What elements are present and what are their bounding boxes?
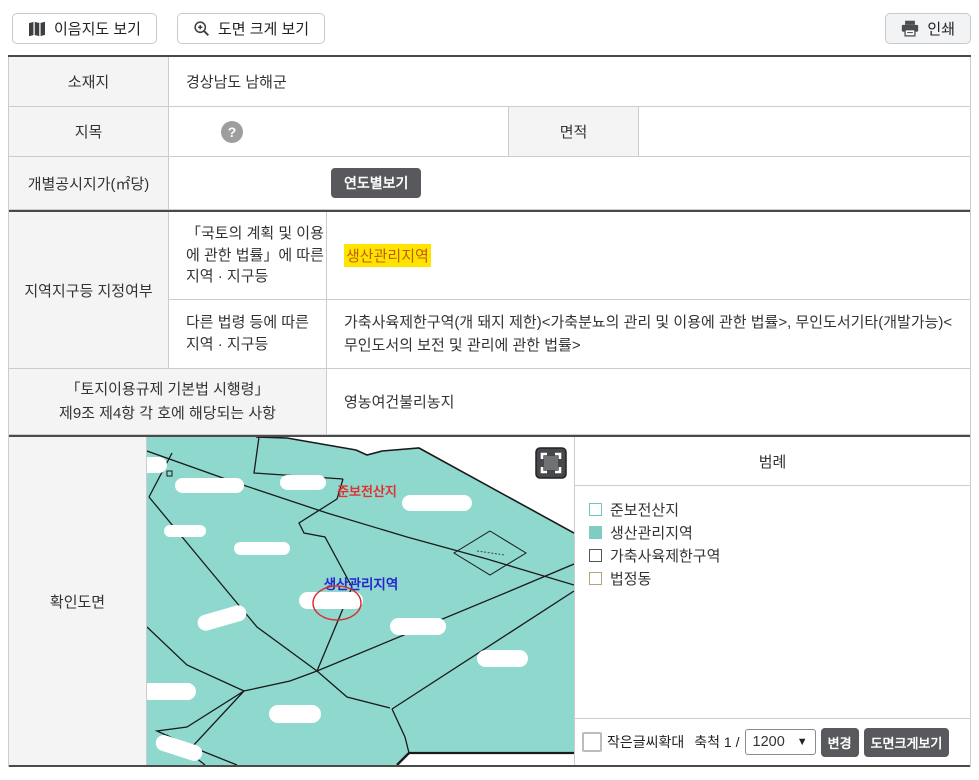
other-laws-label: 다른 법령 등에 따른 지역 · 지구등 xyxy=(169,300,327,368)
cadastral-map-svg[interactable]: 준보전산지 생산관리지역 xyxy=(147,437,574,765)
yearly-price-button[interactable]: 연도별보기 xyxy=(331,168,422,198)
row-other-laws: 다른 법령 등에 따른 지역 · 지구등 가축사육제한구역(개 돼지 제한)<가… xyxy=(169,300,970,368)
official-price-value: 연도별보기 xyxy=(169,157,970,209)
enlarge-drawing-button[interactable]: 도면크게보기 xyxy=(863,727,950,757)
legend-swatch xyxy=(589,572,602,585)
enlarge-view-button[interactable]: 도면 크게 보기 xyxy=(176,13,326,44)
map-label-blue: 생산관리지역 xyxy=(324,576,399,592)
legend-items: 준보전산지 생산관리지역 가축사육제한구역 법정동 xyxy=(575,486,970,718)
printer-icon xyxy=(901,20,919,37)
location-value: 경상남도 남해군 xyxy=(186,74,287,91)
small-text-label: 작은글씨확대 xyxy=(607,734,685,750)
official-price-label: 개별공시지가(㎡당) xyxy=(9,157,169,209)
national-law-label: 「국토의 계획 및 이용 에 관한 법률」에 따른 지역 · 지구등 xyxy=(169,212,327,299)
small-text-checkbox[interactable] xyxy=(582,732,602,752)
location-label: 소재지 xyxy=(9,57,169,106)
row-enforcement-decree: 「토지이용규제 기본법 시행령」 제9조 제4항 각 호에 해당되는 사항 영농… xyxy=(9,369,970,435)
legend-label: 준보전산지 xyxy=(610,502,680,519)
legend-item: 생산관리지역 xyxy=(589,521,956,544)
row-official-price: 개별공시지가(㎡당) 연도별보기 xyxy=(9,157,970,210)
zone-designation-label: 지역지구등 지정여부 xyxy=(9,212,169,368)
zoom-in-icon xyxy=(193,20,210,37)
legend-label: 생산관리지역 xyxy=(610,525,693,542)
print-button[interactable]: 인쇄 xyxy=(885,13,971,44)
scale-prefix-label: 축척 1 / xyxy=(694,734,740,750)
fullscreen-icon[interactable] xyxy=(535,447,567,479)
zone-highlight: 생산관리지역 xyxy=(344,244,431,267)
enforcement-decree-label: 「토지이용규제 기본법 시행령」 제9조 제4항 각 호에 해당되는 사항 xyxy=(9,369,327,434)
map-controls: 작은글씨확대 축척 1 / 1200 ▼ 변경 도면크게보기 xyxy=(575,718,970,765)
other-laws-value: 가축사육제한구역(개 돼지 제한)<가축분뇨의 관리 및 이용에 관한 법률>,… xyxy=(344,313,953,354)
area-label: 면적 xyxy=(509,107,639,156)
legend-title: 범례 xyxy=(575,437,970,486)
land-category-value: ? xyxy=(169,107,509,156)
toolbar: 이음지도 보기 도면 크게 보기 인쇄 xyxy=(8,0,971,57)
land-category-label: 지목 xyxy=(9,107,169,156)
row-confirm-drawing: 확인도면 준보전산지 생산관리지역 범례 준보전산지 생산관리지역 가축사육제한… xyxy=(9,437,970,767)
row-zone-designation: 지역지구등 지정여부 「국토의 계획 및 이용 에 관한 법률」에 따른 지역 … xyxy=(9,212,970,369)
enlarge-view-label: 도면 크게 보기 xyxy=(217,21,310,38)
scale-select[interactable]: 1200 ▼ xyxy=(744,729,816,755)
legend-panel: 범례 준보전산지 생산관리지역 가축사육제한구역 법정동 작은글씨확대 축척 1… xyxy=(574,437,970,765)
legend-item: 준보전산지 xyxy=(589,498,956,521)
legend-label: 법정동 xyxy=(610,571,652,588)
confirm-drawing-label: 확인도면 xyxy=(9,437,147,765)
legend-swatch xyxy=(589,526,602,539)
legend-swatch xyxy=(589,503,602,516)
row-national-law: 「국토의 계획 및 이용 에 관한 법률」에 따른 지역 · 지구등 생산관리지… xyxy=(169,212,970,300)
legend-label: 가축사육제한구역 xyxy=(610,548,721,565)
enforcement-decree-value: 영농여건불리농지 xyxy=(344,394,455,411)
national-law-value: 생산관리지역 xyxy=(327,212,970,299)
parcel-info-table: 소재지 경상남도 남해군 지목 ? 면적 개별공시지가(㎡당) 연도별보기 지역… xyxy=(8,57,971,767)
map-outside-area-bottom xyxy=(397,753,574,765)
land-use-info-page: 이음지도 보기 도면 크게 보기 인쇄 소재지 경상남도 남해군 지목 ? 면적… xyxy=(0,0,979,780)
map-icon xyxy=(28,21,46,37)
help-glyph: ? xyxy=(227,123,237,140)
eum-map-view-label: 이음지도 보기 xyxy=(54,21,141,38)
legend-item: 법정동 xyxy=(589,567,956,590)
chevron-down-icon: ▼ xyxy=(796,736,808,748)
cadastral-map[interactable]: 준보전산지 생산관리지역 xyxy=(147,437,574,765)
eum-map-view-button[interactable]: 이음지도 보기 xyxy=(12,13,157,44)
scale-value: 1200 xyxy=(752,734,785,750)
change-scale-button[interactable]: 변경 xyxy=(820,727,859,757)
help-icon[interactable]: ? xyxy=(221,120,243,143)
legend-swatch xyxy=(589,549,602,562)
row-category-area: 지목 ? 면적 xyxy=(9,107,970,157)
row-location: 소재지 경상남도 남해군 xyxy=(9,57,970,107)
map-label-red: 준보전산지 xyxy=(337,484,397,499)
print-label: 인쇄 xyxy=(927,21,955,38)
legend-item: 가축사육제한구역 xyxy=(589,544,956,567)
area-value xyxy=(639,107,970,156)
